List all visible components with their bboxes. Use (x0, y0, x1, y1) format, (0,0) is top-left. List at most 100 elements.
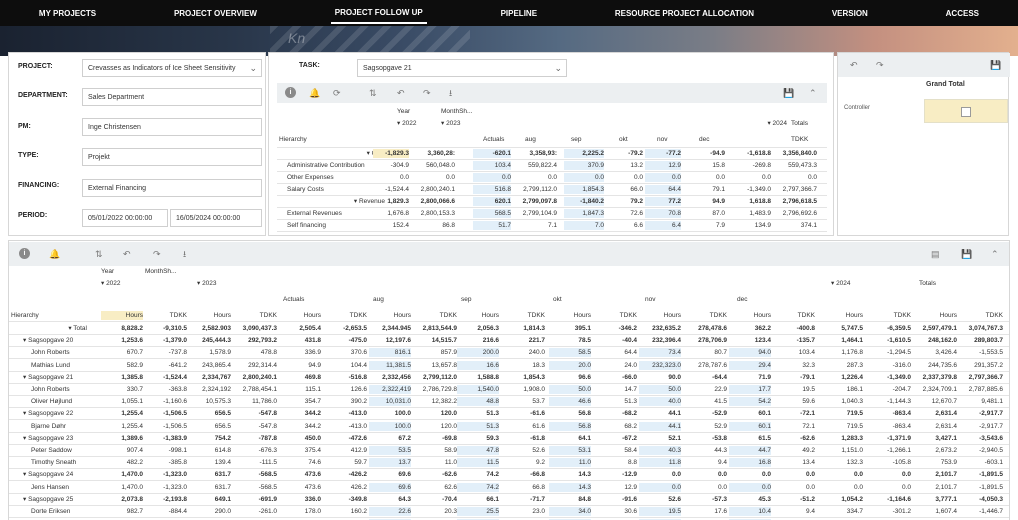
pm-field: Inge Christensen (82, 118, 262, 136)
refresh-icon[interactable]: ⟳ (333, 87, 341, 99)
year-header-2024[interactable]: ▾ 2024 (831, 279, 875, 288)
value-cell: -787.8 (258, 434, 277, 442)
year-header-2024[interactable]: ▾ 2024 (747, 119, 787, 128)
value-cell: 8.8 (627, 459, 637, 467)
comment-icon[interactable]: ▤ (931, 248, 940, 260)
value-cell: 334.7 (846, 508, 863, 515)
month-header: aug (525, 136, 536, 143)
value-cell: 56.8 (578, 410, 591, 418)
info-icon[interactable]: i (285, 87, 296, 98)
value-cell: 60.1 (758, 410, 771, 418)
value-cell: 412.9 (350, 447, 367, 454)
collapse-icon[interactable]: ⌃ (991, 248, 999, 260)
hierarchy-row-label[interactable]: ▾ Sagsopgave 25 (23, 495, 101, 504)
value-cell: 53.5 (369, 446, 411, 455)
hierarchy-row-label[interactable]: ▾ Total (11, 324, 87, 333)
value-cell: 2,796,692.6 (782, 210, 817, 217)
save-icon[interactable]: 💾 (961, 248, 972, 260)
project-select[interactable]: Crevasses as Indicators of Ice Sheet Sen… (82, 59, 262, 77)
row-divider (9, 443, 1009, 445)
value-cell: 19.5 (802, 386, 815, 393)
undo-icon[interactable]: ↶ (123, 248, 131, 260)
value-cell: -79.2 (628, 150, 643, 157)
value-cell: 52.6 (668, 495, 681, 503)
value-cell: 2,225.2 (564, 149, 604, 158)
value-cell: 17.6 (714, 508, 727, 515)
hierarchy-row-label[interactable]: ▾ Sagsopgave 22 (23, 409, 101, 418)
task-select[interactable]: Sagsopgave 21 ⌄ (357, 59, 567, 77)
nav-version[interactable]: VERSION (828, 4, 872, 23)
redo-icon[interactable]: ↷ (153, 248, 161, 260)
value-cell: 582.9 (126, 361, 143, 369)
value-cell: 240.0 (528, 349, 545, 357)
value-cell: 44.7 (729, 446, 771, 455)
info-icon[interactable]: i (19, 248, 30, 259)
value-cell: 14,515.7 (431, 337, 457, 345)
value-cell: -71.7 (530, 495, 545, 503)
hierarchy-row-label[interactable]: ▾ Sagsopgave 20 (23, 336, 101, 345)
value-cell: 50.0 (639, 385, 681, 394)
undo-icon[interactable]: ↶ (850, 59, 858, 71)
undo-icon[interactable]: ↶ (397, 87, 405, 99)
pivot-year-header[interactable]: Year (397, 107, 437, 116)
year-header-2023[interactable]: ▾ 2023 (441, 119, 485, 128)
period-start-field: 05/01/2022 00:00:00 (82, 209, 168, 227)
value-cell: 32.3 (802, 361, 815, 369)
nav-project-overview[interactable]: PROJECT OVERVIEW (170, 4, 261, 23)
save-icon[interactable]: 💾 (990, 59, 1001, 71)
value-cell: 216.6 (482, 337, 499, 345)
row-divider (9, 346, 1009, 348)
value-cell: 54.2 (729, 397, 771, 407)
value-cell: 1,854.3 (523, 373, 545, 381)
value-cell: 17.7 (729, 385, 771, 394)
value-cell: 41.5 (714, 398, 727, 406)
value-cell: -261.0 (258, 508, 277, 515)
bell-icon[interactable]: 🔔 (49, 248, 60, 260)
save-icon[interactable]: 💾 (783, 87, 794, 99)
month-header: okt (619, 136, 628, 143)
value-cell: 292,793.2 (248, 337, 277, 345)
row-divider (277, 219, 827, 220)
collapse-icon[interactable]: ⌃ (809, 87, 817, 99)
redo-icon[interactable]: ↷ (876, 59, 884, 71)
controller-checkbox[interactable] (961, 107, 971, 117)
value-cell: 248,162.0 (928, 337, 957, 345)
hierarchy-row-label[interactable]: ▾ Sagsopgave 21 (23, 373, 101, 382)
value-cell: -2,193.8 (163, 495, 187, 503)
redo-icon[interactable]: ↷ (423, 87, 431, 99)
swap-icon[interactable]: ⇅ (95, 248, 103, 260)
department-field: Sales Department (82, 88, 262, 106)
value-cell: 51.7 (473, 221, 511, 230)
value-cell: 568.5 (473, 209, 511, 218)
pivot-month-header[interactable]: MonthSh... (441, 107, 485, 116)
nav-my-projects[interactable]: MY PROJECTS (35, 4, 100, 23)
export-icon[interactable]: ⭳ (183, 248, 186, 260)
nav-access[interactable]: ACCESS (942, 4, 983, 23)
year-header-2022[interactable]: ▾ 2022 (397, 119, 437, 128)
value-cell: 0.0 (473, 173, 511, 182)
nav-pipeline[interactable]: PIPELINE (497, 4, 541, 23)
hierarchy-row-label[interactable]: ▾ Sagsopgave 23 (23, 434, 101, 443)
year-header-2022[interactable]: ▾ 2022 (101, 279, 141, 288)
nav-resource-project-allocation[interactable]: RESOURCE PROJECT ALLOCATION (611, 4, 758, 23)
value-cell: 0.0 (717, 483, 727, 491)
nav-project-follow-up[interactable]: PROJECT FOLLOW UP (330, 3, 427, 24)
value-cell: -1,266.1 (887, 447, 911, 454)
value-cell: 656.5 (214, 422, 231, 430)
value-cell: 25.5 (457, 507, 499, 516)
row-divider (9, 395, 1009, 396)
year-header-2023[interactable]: ▾ 2023 (197, 279, 241, 288)
hierarchy-row-label[interactable]: ▾ Sagsopgave 24 (23, 470, 101, 479)
bell-icon[interactable]: 🔔 (309, 87, 320, 99)
swap-icon[interactable]: ⇅ (369, 87, 377, 99)
value-cell: 2,799,104.9 (522, 210, 557, 217)
value-cell: 221.7 (528, 337, 545, 345)
pivot-month-header[interactable]: MonthSh... (145, 267, 189, 276)
pivot-year-header[interactable]: Year (101, 267, 141, 276)
value-cell: 9.4 (805, 508, 815, 515)
value-cell: 0.0 (761, 174, 771, 181)
value-cell: 362.2 (754, 325, 771, 332)
value-cell: 907.4 (126, 447, 143, 454)
value-cell: -1,294.5 (887, 349, 911, 357)
export-icon[interactable]: ⭳ (449, 87, 452, 99)
